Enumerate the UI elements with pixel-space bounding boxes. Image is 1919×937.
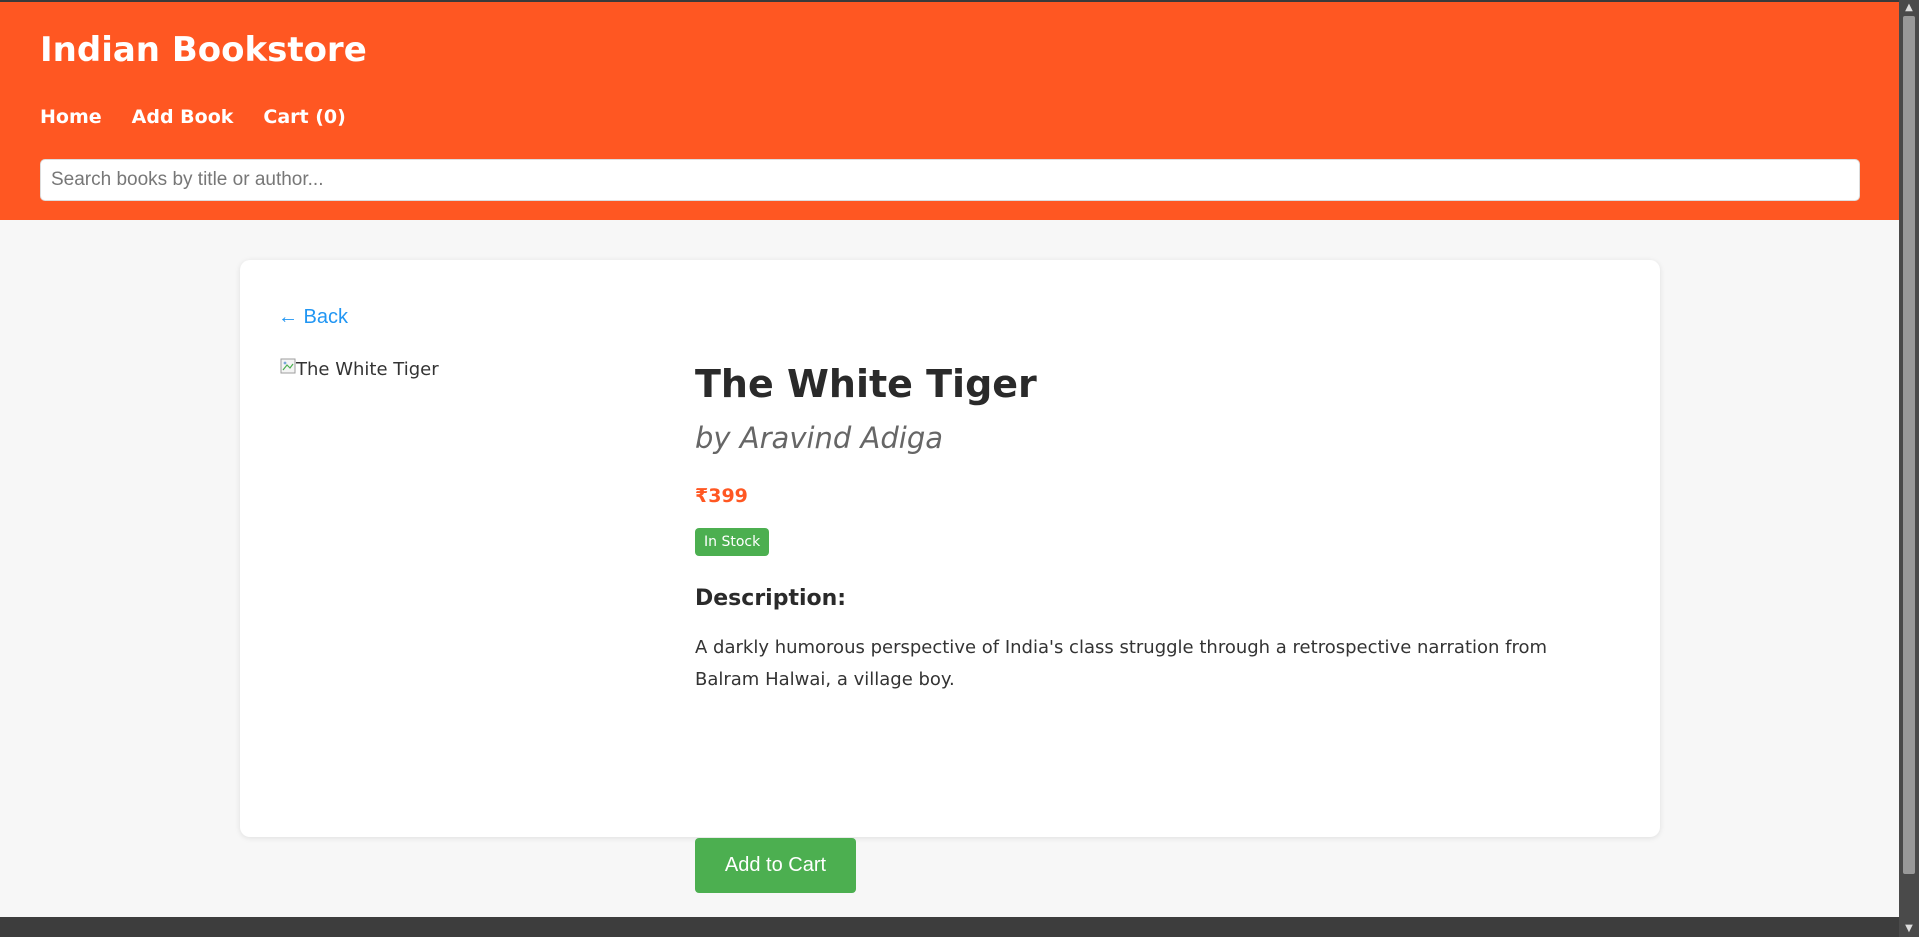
nav-cart-link[interactable]: Cart (0) bbox=[263, 102, 345, 132]
broken-image-icon bbox=[280, 358, 296, 374]
book-cover: The White Tiger bbox=[280, 356, 640, 396]
main-nav: Home Add Book Cart (0) bbox=[40, 102, 346, 132]
book-cover-alt-text: The White Tiger bbox=[296, 359, 439, 380]
book-description: A darkly humorous perspective of India's… bbox=[695, 637, 1548, 690]
description-heading: Description: bbox=[695, 586, 847, 611]
book-author: by Aravind Adiga bbox=[695, 421, 944, 455]
scroll-up-arrow-icon[interactable]: ▲ bbox=[1899, 0, 1919, 16]
vertical-scrollbar[interactable]: ▲ ▼ bbox=[1899, 0, 1919, 937]
add-to-cart-button[interactable]: Add to Cart bbox=[695, 838, 856, 893]
site-header: Indian Bookstore Home Add Book Cart (0) bbox=[0, 0, 1899, 220]
scrollbar-thumb[interactable] bbox=[1903, 16, 1915, 874]
bottom-bar bbox=[0, 917, 1899, 937]
page-viewport: Indian Bookstore Home Add Book Cart (0) … bbox=[0, 0, 1899, 937]
site-title[interactable]: Indian Bookstore bbox=[40, 26, 367, 74]
nav-add-book-link[interactable]: Add Book bbox=[132, 102, 234, 132]
book-title: The White Tiger bbox=[695, 362, 1037, 406]
nav-home-link[interactable]: Home bbox=[40, 102, 102, 132]
search-input[interactable] bbox=[40, 159, 1860, 201]
scroll-down-arrow-icon[interactable]: ▼ bbox=[1899, 921, 1919, 937]
book-price: ₹399 bbox=[695, 485, 748, 507]
back-link[interactable]: ← Back bbox=[278, 302, 348, 332]
book-detail-card: ← Back The White Tiger The White Tiger b… bbox=[240, 260, 1660, 893]
stock-status-badge: In Stock bbox=[695, 528, 770, 556]
